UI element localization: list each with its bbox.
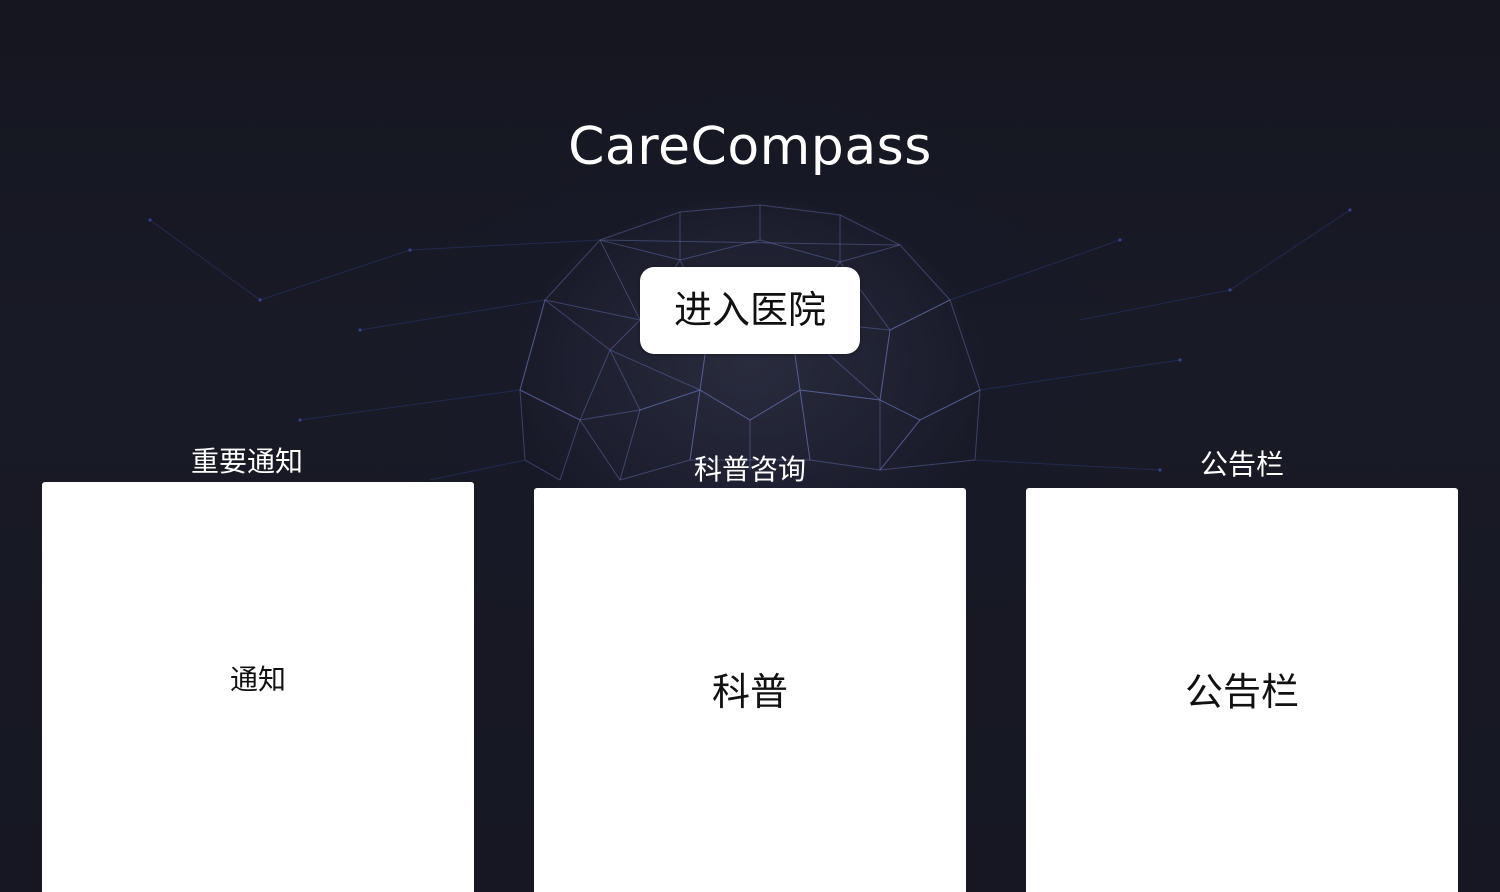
notice-panel-content: 通知 — [229, 663, 286, 696]
enter-hospital-button[interactable]: 进入医院 — [640, 267, 860, 354]
app-title: CareCompass — [568, 117, 932, 177]
science-panel[interactable]: 科普 — [534, 488, 966, 892]
bulletin-panel-heading: 公告栏 — [1199, 448, 1284, 481]
bulletin-panel-content: 公告栏 — [1184, 670, 1299, 714]
notice-panel-heading: 重要通知 — [190, 445, 303, 478]
bulletin-panel[interactable]: 公告栏 — [1026, 488, 1458, 892]
page-root: CareCompass 进入医院 重要通知 通知 科普咨询 科普 公告栏 公告栏 — [0, 0, 1500, 892]
science-panel-heading: 科普咨询 — [693, 453, 806, 486]
notice-panel[interactable]: 通知 — [42, 482, 474, 892]
science-panel-content: 科普 — [711, 670, 788, 714]
